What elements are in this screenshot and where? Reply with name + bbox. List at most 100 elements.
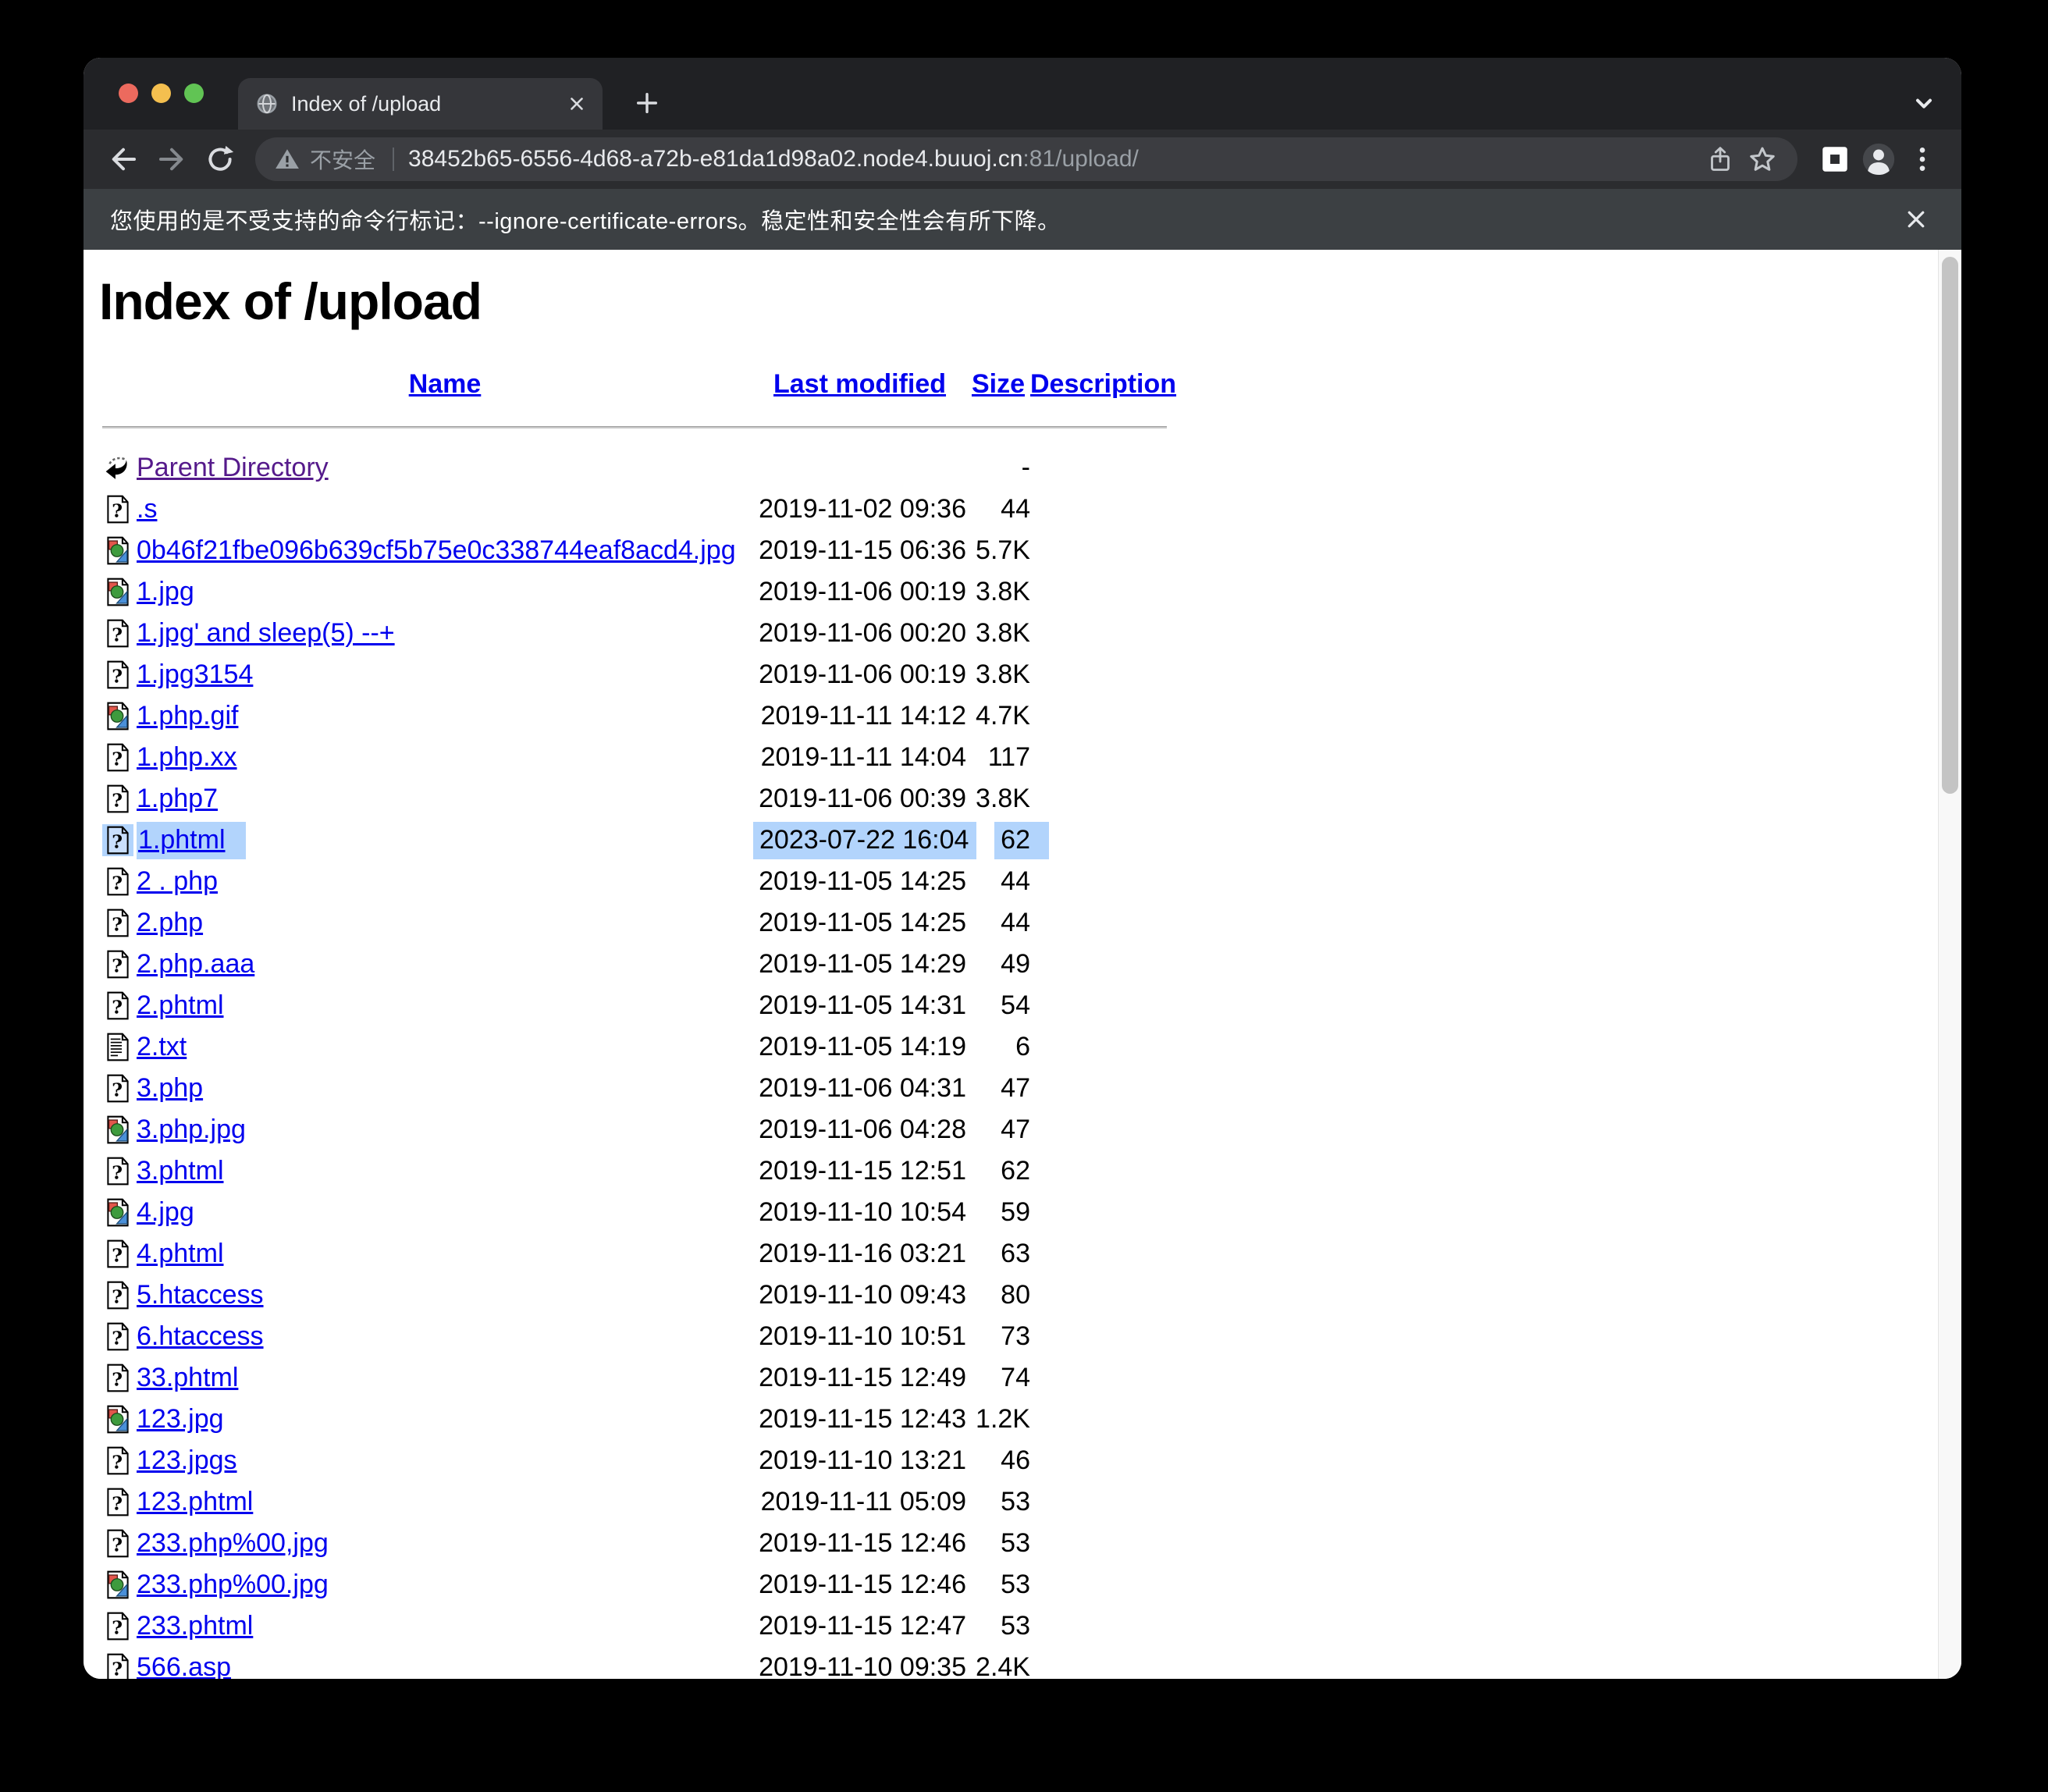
file-size: 4.7K — [976, 701, 1030, 731]
tab-close-icon[interactable] — [567, 94, 587, 114]
file-link[interactable]: Parent Directory — [137, 453, 329, 482]
forward-icon[interactable] — [148, 137, 196, 181]
side-panel-square-icon[interactable] — [1813, 137, 1857, 181]
file-size: 2.4K — [976, 1652, 1030, 1679]
file-link[interactable]: 123.phtml — [137, 1487, 253, 1516]
table-row: ? 1.jpg3154 2019-11-06 00:19 3.8K — [102, 654, 1167, 695]
sort-by-modified-link[interactable]: Last modified — [773, 369, 946, 399]
file-link[interactable]: 1.php.gif — [137, 701, 238, 731]
svg-text:?: ? — [112, 831, 123, 853]
unknown-file-icon: ? — [102, 1486, 133, 1518]
file-link[interactable]: 33.phtml — [137, 1363, 238, 1392]
unknown-file-icon: ? — [102, 1527, 133, 1559]
file-link[interactable]: 2 . php — [137, 866, 218, 896]
file-link[interactable]: 4.phtml — [137, 1239, 224, 1268]
file-link[interactable]: 5.htaccess — [137, 1280, 264, 1310]
file-link[interactable]: 2.phtml — [137, 990, 224, 1020]
modified-date: 2019-11-15 12:51 — [759, 1156, 966, 1186]
profile-avatar[interactable] — [1857, 137, 1900, 181]
file-link[interactable]: 1.phtml — [138, 825, 226, 855]
svg-text:?: ? — [112, 666, 123, 688]
file-link[interactable]: 2.txt — [137, 1032, 187, 1061]
file-link[interactable]: 1.php7 — [137, 784, 218, 813]
share-icon[interactable] — [1699, 140, 1741, 179]
back-icon[interactable] — [99, 137, 148, 181]
text-file-icon — [102, 1031, 133, 1063]
address-bar[interactable]: 不安全 38452b65-6556-4d68-a72b-e81da1d98a02… — [255, 137, 1797, 181]
file-link[interactable]: 2.php — [137, 908, 203, 937]
file-link[interactable]: 3.phtml — [137, 1156, 224, 1186]
unknown-file-icon: ? — [102, 493, 133, 525]
description-cell — [1030, 1275, 1167, 1316]
image-file-icon — [102, 1114, 133, 1146]
warning-triangle-icon[interactable] — [274, 146, 300, 172]
unknown-file-icon: ? — [102, 824, 133, 857]
file-link[interactable]: 566.asp — [137, 1652, 231, 1679]
reload-icon[interactable] — [196, 137, 244, 181]
tab-title: Index of /upload — [291, 91, 442, 116]
file-link[interactable]: 123.jpgs — [137, 1445, 237, 1475]
page-scrollbar-track[interactable] — [1938, 250, 1961, 1679]
new-tab-button[interactable] — [630, 86, 664, 120]
modified-date: 2019-11-11 05:09 — [760, 1487, 966, 1516]
security-chip-label[interactable]: 不安全 — [310, 144, 375, 175]
file-size: 44 — [1001, 866, 1030, 896]
description-cell — [1030, 1357, 1167, 1399]
file-link[interactable]: 1.jpg' and sleep(5) --+ — [137, 618, 395, 648]
file-link[interactable]: 3.php — [137, 1073, 203, 1103]
file-link[interactable]: 1.php.xx — [137, 742, 237, 772]
sort-by-size-link[interactable]: Size — [972, 369, 1025, 399]
page-scrollbar-thumb[interactable] — [1942, 257, 1958, 794]
close-window-button[interactable] — [119, 84, 138, 103]
tab-overview-chevron-icon[interactable] — [1908, 87, 1940, 119]
file-link[interactable]: 1.jpg — [137, 577, 194, 606]
file-link[interactable]: 1.jpg3154 — [137, 660, 253, 689]
bookmark-star-icon[interactable] — [1741, 140, 1783, 179]
url-host: 38452b65-6556-4d68-a72b-e81da1d98a02.nod… — [408, 146, 1023, 172]
page-content: Index of /upload Name Last modified Size… — [84, 250, 1961, 1679]
svg-text:?: ? — [112, 955, 123, 977]
unknown-file-icon: ? — [102, 1610, 133, 1642]
svg-text:?: ? — [112, 1245, 123, 1267]
description-cell — [1030, 1440, 1167, 1481]
infobar-close-icon[interactable] — [1900, 204, 1932, 235]
description-cell — [1030, 1150, 1167, 1192]
table-row: ? 1.jpg' and sleep(5) --+ 2019-11-06 00:20… — [102, 613, 1167, 654]
file-link[interactable]: 233.phtml — [137, 1611, 253, 1641]
tab-strip: Index of /upload — [84, 58, 1961, 130]
modified-date: 2019-11-15 12:49 — [759, 1363, 966, 1392]
browser-tab[interactable]: Index of /upload — [238, 78, 603, 130]
menu-kebab-icon[interactable] — [1900, 137, 1944, 181]
svg-text:?: ? — [112, 790, 123, 812]
header-divider — [102, 426, 1167, 428]
selection-highlight: 1.phtml — [137, 822, 246, 859]
url-text[interactable]: 38452b65-6556-4d68-a72b-e81da1d98a02.nod… — [408, 146, 1699, 172]
minimize-window-button[interactable] — [151, 84, 171, 103]
svg-text:?: ? — [112, 914, 123, 936]
modified-date: 2019-11-11 14:12 — [760, 701, 966, 731]
file-link[interactable]: 123.jpg — [137, 1404, 224, 1434]
modified-date: 2019-11-02 09:36 — [759, 494, 966, 524]
file-link[interactable]: 3.php.jpg — [137, 1115, 246, 1144]
sort-by-name-link[interactable]: Name — [409, 369, 482, 399]
svg-text:?: ? — [112, 1659, 123, 1679]
file-link[interactable]: 6.htaccess — [137, 1321, 264, 1351]
file-link[interactable]: 233.php%00,jpg — [137, 1528, 329, 1558]
file-link[interactable]: .s — [137, 494, 157, 524]
image-file-icon — [102, 1403, 133, 1435]
file-link[interactable]: 4.jpg — [137, 1197, 194, 1227]
file-link[interactable]: 2.php.aaa — [137, 949, 254, 979]
modified-date: 2019-11-05 14:25 — [759, 908, 966, 937]
svg-text:?: ? — [112, 1328, 123, 1349]
table-row: 4.jpg 2019-11-10 10:54 59 — [102, 1192, 1167, 1233]
table-row: 233.php%00.jpg 2019-11-15 12:46 53 — [102, 1564, 1167, 1605]
sort-by-description-link[interactable]: Description — [1030, 369, 1176, 399]
image-file-icon — [102, 1569, 133, 1601]
fullscreen-window-button[interactable] — [184, 84, 204, 103]
description-cell — [1030, 1233, 1167, 1275]
file-link[interactable]: 0b46f21fbe096b639cf5b75e0c338744eaf8acd4… — [137, 535, 736, 565]
file-link[interactable]: 233.php%00.jpg — [137, 1570, 329, 1599]
modified-date: 2019-11-06 04:28 — [759, 1115, 966, 1144]
unknown-file-icon: ? — [102, 1072, 133, 1104]
table-row: ? 233.phtml 2019-11-15 12:47 53 — [102, 1605, 1167, 1647]
